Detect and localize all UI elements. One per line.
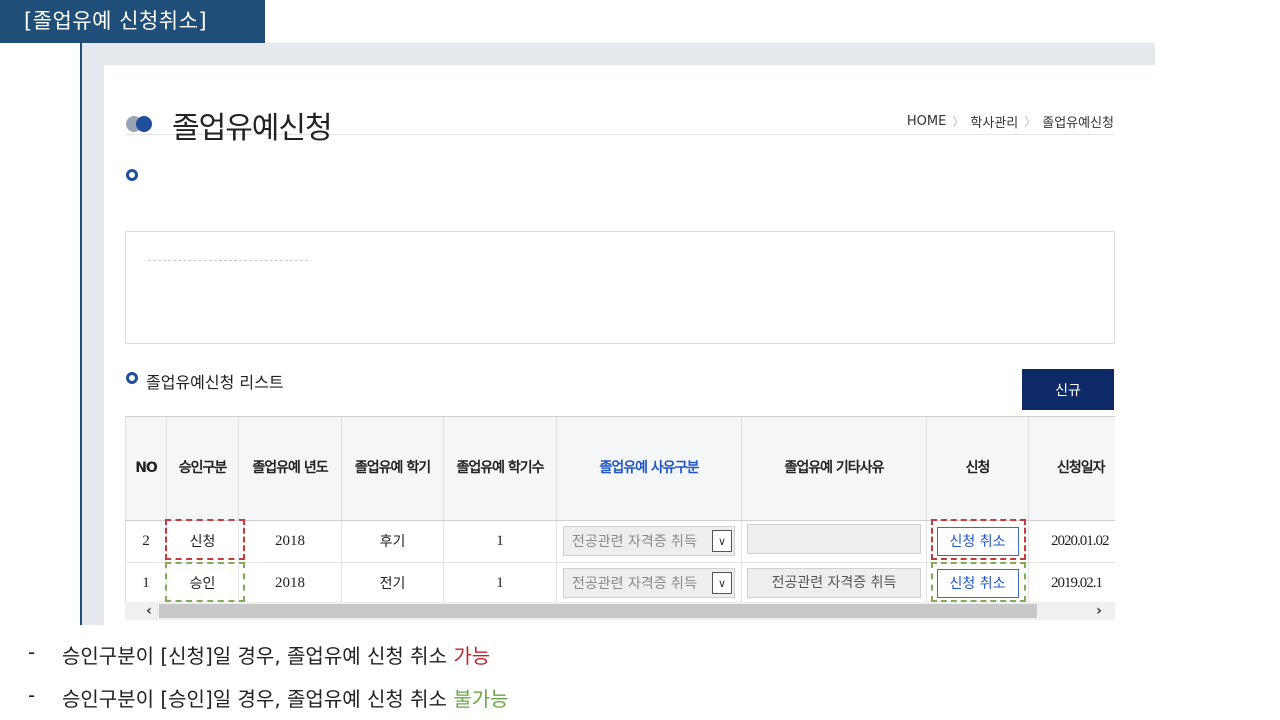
note-highlight-impossible: 불가능 (453, 687, 509, 711)
cell-year: 2018 (238, 520, 342, 563)
col-header-reason[interactable]: 졸업유예 사유구분 (556, 417, 742, 521)
highlight-cancel-enabled (931, 519, 1026, 560)
breadcrumb-home[interactable]: HOME (907, 114, 946, 129)
section-bullet-icon (126, 372, 138, 384)
note-line-2: - 승인구분이 [승인]일 경우, 졸업유예 신청 취소 불가능 (28, 683, 509, 712)
horizontal-scrollbar[interactable]: ‹ › (125, 602, 1115, 620)
cell-no: 1 (125, 562, 167, 602)
content-panel: 졸업유예신청 HOME 〉 학사관리 〉 졸업유예신청 졸업유예신청 리스트 신… (104, 65, 1155, 625)
cell-year: 2018 (238, 562, 342, 602)
note-text: 승인구분이 [승인]일 경우, 졸업유예 신청 취소 불가능 (62, 687, 509, 711)
chevron-right-icon: 〉 (952, 115, 965, 129)
info-faint-line (148, 260, 308, 262)
breadcrumb-current: 졸업유예신청 (1042, 116, 1114, 131)
new-button[interactable]: 신규 (1022, 369, 1114, 410)
note-line-1: - 승인구분이 [신청]일 경우, 졸업유예 신청 취소 가능 (28, 640, 490, 669)
col-header-etc: 졸업유예 기타사유 (741, 417, 927, 521)
app-frame: 졸업유예신청 HOME 〉 학사관리 〉 졸업유예신청 졸업유예신청 리스트 신… (80, 43, 1155, 625)
note-dash: - (28, 640, 36, 664)
scrollbar-thumb[interactable] (159, 604, 1037, 618)
cell-term: 전기 (341, 562, 444, 602)
col-header-year: 졸업유예 년도 (238, 417, 342, 521)
cell-term: 후기 (341, 520, 444, 563)
cell-date: 2019.02.1 (1028, 562, 1115, 602)
reason-select-value: 전공관련 자격증 취득 (572, 576, 697, 592)
note-highlight-possible: 가능 (453, 644, 491, 668)
cell-count: 1 (443, 562, 557, 602)
note-dash: - (28, 683, 36, 707)
section-bullet-icon (126, 169, 138, 181)
slide-tag: [졸업유예 신청취소] (0, 0, 265, 43)
col-header-no: NO (125, 417, 167, 521)
scroll-left-icon[interactable]: ‹ (139, 602, 159, 620)
chevron-down-icon[interactable]: ∨ (712, 530, 732, 552)
highlight-status-approved (165, 562, 245, 602)
cell-no: 2 (125, 520, 167, 563)
reason-select-value: 전공관련 자격증 취득 (572, 534, 697, 550)
title-dots-icon (126, 114, 160, 134)
cell-count: 1 (443, 520, 557, 563)
highlight-status-apply (165, 519, 245, 560)
reason-select[interactable]: 전공관련 자격증 취득 ∨ (563, 526, 735, 556)
table-header-row: NO 승인구분 졸업유예 년도 졸업유예 학기 졸업유예 학기수 졸업유예 사유… (125, 417, 1115, 521)
highlight-cancel-disabled (931, 562, 1026, 602)
chevron-down-icon[interactable]: ∨ (712, 572, 732, 594)
col-header-term: 졸업유예 학기 (341, 417, 444, 521)
chevron-right-icon: 〉 (1024, 115, 1037, 129)
page-title: 졸업유예신청 (172, 111, 333, 146)
info-box (125, 231, 1115, 344)
col-header-action: 신청 (926, 417, 1029, 521)
breadcrumb: HOME 〉 학사관리 〉 졸업유예신청 (907, 112, 1114, 131)
reason-select[interactable]: 전공관련 자격증 취득 ∨ (563, 568, 735, 598)
list-title: 졸업유예신청 리스트 (146, 373, 284, 392)
etc-reason-input[interactable]: 전공관련 자격증 취득 (747, 568, 921, 598)
page-header: 졸업유예신청 HOME 〉 학사관리 〉 졸업유예신청 (126, 85, 1114, 146)
col-header-date: 신청일자 (1028, 417, 1115, 521)
col-header-count: 졸업유예 학기수 (443, 417, 557, 521)
note-text: 승인구분이 [신청]일 경우, 졸업유예 신청 취소 가능 (62, 644, 491, 668)
col-header-status: 승인구분 (166, 417, 239, 521)
scroll-right-icon[interactable]: › (1089, 602, 1109, 620)
etc-reason-input[interactable] (747, 523, 921, 554)
cell-date: 2020.01.02 (1028, 520, 1115, 563)
breadcrumb-academic[interactable]: 학사관리 (970, 112, 1018, 131)
